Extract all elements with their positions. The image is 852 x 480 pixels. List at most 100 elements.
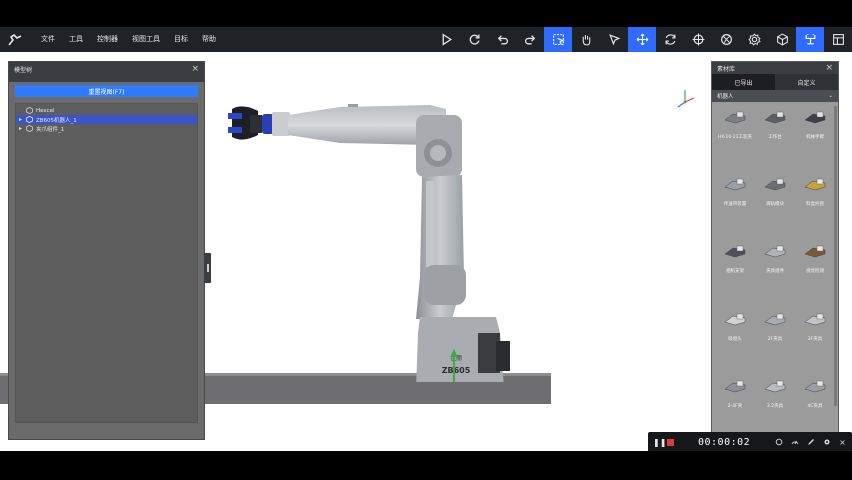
asset-item[interactable]: HK-10-21工装夹 <box>716 104 754 161</box>
asset-label: 吸盘头 <box>728 336 742 342</box>
asset-thumbnail-icon <box>720 104 750 130</box>
asset-item[interactable]: 相机支架 <box>716 238 754 295</box>
undo-button[interactable] <box>488 27 516 52</box>
menu-controller[interactable]: 控制器 <box>90 27 125 52</box>
stop-icon[interactable] <box>667 438 674 446</box>
select-box-icon <box>552 34 564 45</box>
robot-tree-button[interactable] <box>796 27 824 52</box>
tab-exported[interactable]: 已导出 <box>712 74 775 90</box>
asset-thumbnail-icon <box>760 306 790 332</box>
asset-item[interactable]: 传送带装置 <box>716 171 754 228</box>
asset-item[interactable]: 滑轨模块 <box>756 171 794 228</box>
select-box-button[interactable] <box>544 27 572 52</box>
asset-item[interactable]: 2-4F夹 <box>716 373 754 430</box>
target-button[interactable] <box>684 27 712 52</box>
asset-item[interactable]: 3F夹具 <box>796 306 834 363</box>
target-icon <box>692 33 704 46</box>
robot-arm-model[interactable]: 佳丽 ZB605 <box>220 97 540 382</box>
model-tree: Hexcel ▸ ZB605机器人_1 ▸ 夹爪组件_1 <box>15 103 198 423</box>
asset-item[interactable]: 3.2夹具 <box>756 373 794 430</box>
cube-button[interactable] <box>768 27 796 52</box>
asset-tabs: 已导出 自定义 <box>712 74 838 90</box>
asset-thumbnail-icon <box>720 171 750 197</box>
tab-custom[interactable]: 自定义 <box>775 74 838 90</box>
app-window: 文件 工具 控制器 视图工具 目标 帮助 佳丽 ZB605 模型树 × 重置视图… <box>0 27 852 451</box>
pointer-icon <box>608 34 620 46</box>
expand-arrow-icon[interactable]: ▸ <box>19 116 22 123</box>
asset-label: 夹具组件 <box>766 269 784 275</box>
asset-thumbnail-icon <box>800 306 830 332</box>
asset-thumbnail-icon <box>720 306 750 332</box>
asset-label: HK-10-21工装夹 <box>717 135 753 140</box>
category-select[interactable]: 机器人 ⌄ <box>712 90 838 102</box>
menu-help[interactable]: 帮助 <box>195 27 223 52</box>
panel-title: 素材库 <box>717 65 736 73</box>
asset-label: 3F夹具 <box>807 336 823 342</box>
robot-model-label: ZB605 <box>442 366 471 375</box>
asset-item[interactable]: 4C夹具 <box>796 373 834 430</box>
undo-icon <box>497 35 508 45</box>
asset-item[interactable]: 料盒托盘 <box>796 171 834 228</box>
camera-icon[interactable] <box>774 438 783 447</box>
hand-icon <box>582 35 590 46</box>
gear-icon <box>747 33 761 46</box>
gear-icon[interactable] <box>822 438 831 447</box>
close-icon[interactable]: × <box>191 62 199 76</box>
asset-label: 2-4F夹 <box>727 403 743 409</box>
asset-label: 4C夹具 <box>807 403 823 409</box>
menu-file[interactable]: 文件 <box>34 27 62 52</box>
asset-library-header: 素材库 × <box>712 62 838 74</box>
menu-target[interactable]: 目标 <box>167 27 195 52</box>
reset-view-button[interactable]: 重置视图(F7) <box>15 85 198 97</box>
panel-collapse-handle[interactable] <box>204 253 211 283</box>
expand-arrow-icon[interactable]: ▸ <box>19 125 22 132</box>
move-button[interactable] <box>628 27 656 52</box>
pen-icon[interactable] <box>806 438 815 447</box>
speed-icon[interactable] <box>790 438 799 447</box>
top-toolbar: 文件 工具 控制器 视图工具 目标 帮助 <box>0 27 852 52</box>
play-icon <box>442 33 452 46</box>
asset-label: 相机支架 <box>726 269 744 275</box>
category-value: 机器人 <box>717 94 734 100</box>
redo-button[interactable] <box>516 27 544 52</box>
recording-time: 00:00:02 <box>698 436 751 448</box>
asset-item[interactable]: 机械手臂 <box>796 104 834 161</box>
screen: 文件 工具 控制器 视图工具 目标 帮助 佳丽 ZB605 模型树 × 重置视图… <box>0 0 852 480</box>
model-tree-panel: 模型树 × 重置视图(F7) Hexcel ▸ ZB605机器人_1 ▸ 夹爪组… <box>8 61 205 440</box>
redo-circle-icon <box>469 34 479 45</box>
panel-strip <box>9 76 204 82</box>
layout-icon <box>832 34 844 45</box>
pointer-button[interactable] <box>600 27 628 52</box>
tree-item-gripper[interactable]: ▸ 夹爪组件_1 <box>16 124 197 133</box>
layout-button[interactable] <box>824 27 852 52</box>
asset-thumbnail-icon <box>800 171 830 197</box>
chevron-down-icon: ⌄ <box>828 93 833 99</box>
asset-thumbnail-icon <box>760 238 790 264</box>
settings-button[interactable] <box>740 27 768 52</box>
menu-tools[interactable]: 工具 <box>62 27 90 52</box>
tree-item-label: 夹爪组件_1 <box>36 126 65 133</box>
globe-button[interactable] <box>712 27 740 52</box>
close-icon[interactable]: × <box>838 438 847 447</box>
asset-item[interactable]: 夹具组件 <box>756 238 794 295</box>
asset-item[interactable]: 吸盘头 <box>716 306 754 363</box>
asset-label: 3.2夹具 <box>766 403 784 409</box>
menu-view-tools[interactable]: 视图工具 <box>125 27 167 52</box>
play-button[interactable] <box>432 27 460 52</box>
asset-item[interactable]: 视觉检测 <box>796 238 834 295</box>
rotate-button[interactable] <box>656 27 684 52</box>
cube-icon <box>26 116 33 123</box>
asset-scrollbar[interactable] <box>834 106 837 406</box>
asset-item[interactable]: 2F夹具 <box>756 306 794 363</box>
robot-tree-icon <box>805 34 815 45</box>
rotate-icon <box>665 34 675 45</box>
pause-icon[interactable]: ❚❚ <box>653 438 666 447</box>
tree-item-robot[interactable]: ▸ ZB605机器人_1 <box>16 115 197 124</box>
refresh-button[interactable] <box>460 27 488 52</box>
view-axis-gizmo-icon[interactable] <box>672 84 698 122</box>
asset-item[interactable]: 工作台 <box>756 104 794 161</box>
tree-item-hexcel[interactable]: Hexcel <box>16 106 197 115</box>
asset-thumbnail-icon <box>800 238 830 264</box>
hand-button[interactable] <box>572 27 600 52</box>
close-icon[interactable]: × <box>825 62 833 74</box>
